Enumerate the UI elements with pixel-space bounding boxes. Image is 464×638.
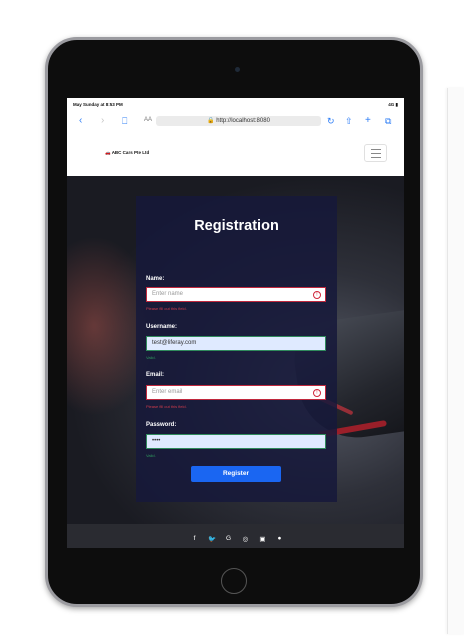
username-valid-message: Valid.	[146, 355, 156, 360]
tabs-icon[interactable]: ⧉	[385, 114, 391, 128]
github-icon[interactable]: ●	[276, 535, 283, 545]
name-input[interactable]: Enter name !	[146, 287, 326, 302]
reader-button[interactable]: AA	[144, 117, 152, 123]
registration-card: Registration Name: Enter name ! Please f…	[136, 196, 337, 502]
name-error-message: Please fill out this field.	[146, 306, 187, 311]
forward-icon[interactable]: ›	[101, 114, 104, 128]
status-bar: May Sunday at 8:53 PM 4G ▮	[67, 98, 404, 110]
facebook-icon[interactable]: f	[191, 535, 198, 545]
url-text: http://localhost:8080	[216, 118, 270, 124]
error-icon: !	[313, 291, 321, 299]
social-links: f 🐦 G ◎ ▣ ●	[177, 535, 297, 545]
email-error-message: Please fill out this field.	[146, 404, 187, 409]
tablet-screen: May Sunday at 8:53 PM 4G ▮ ‹ › ⎕ AA 🔒 ht…	[67, 98, 404, 548]
google-icon[interactable]: G	[225, 535, 232, 545]
error-icon: !	[313, 389, 321, 397]
menu-toggle-button[interactable]	[364, 144, 387, 162]
twitter-icon[interactable]: 🐦	[208, 535, 216, 545]
back-icon[interactable]: ‹	[79, 114, 82, 128]
name-label: Name:	[146, 276, 165, 282]
form-title: Registration	[194, 218, 279, 234]
background-window-edge	[447, 88, 464, 634]
password-input[interactable]: ••••	[146, 434, 326, 449]
hamburger-icon	[371, 149, 381, 150]
signal-icon: 4G ▮	[388, 102, 398, 107]
username-input[interactable]: test@liferay.com	[146, 336, 326, 351]
address-bar[interactable]: 🔒 http://localhost:8080	[156, 116, 321, 126]
reload-icon[interactable]: ↻	[327, 114, 335, 128]
home-button[interactable]	[221, 568, 247, 594]
email-input[interactable]: Enter email !	[146, 385, 326, 400]
site-navbar: 🚗 ABC Cars Pte Ltd	[67, 134, 404, 176]
browser-toolbar: ‹ › ⎕ AA 🔒 http://localhost:8080 ↻ ⇧ + ⧉	[67, 114, 404, 128]
username-label: Username:	[146, 324, 178, 330]
brand-logo[interactable]: 🚗 ABC Cars Pte Ltd	[105, 150, 149, 156]
bookmarks-icon[interactable]: ⎕	[122, 114, 127, 128]
share-icon[interactable]: ⇧	[345, 114, 353, 128]
password-label: Password:	[146, 422, 177, 428]
email-label: Email:	[146, 372, 165, 378]
instagram-icon[interactable]: ◎	[242, 535, 249, 545]
status-time: May Sunday at 8:53 PM	[73, 102, 123, 107]
linkedin-icon[interactable]: ▣	[259, 535, 266, 545]
site-footer: f 🐦 G ◎ ▣ ●	[67, 524, 404, 548]
new-tab-icon[interactable]: +	[365, 114, 371, 128]
hero-background: Registration Name: Enter name ! Please f…	[67, 176, 404, 524]
register-button[interactable]: Register	[191, 466, 281, 482]
tablet-frame: May Sunday at 8:53 PM 4G ▮ ‹ › ⎕ AA 🔒 ht…	[45, 37, 423, 607]
camera-dot	[235, 67, 240, 72]
password-valid-message: Valid.	[146, 453, 156, 458]
